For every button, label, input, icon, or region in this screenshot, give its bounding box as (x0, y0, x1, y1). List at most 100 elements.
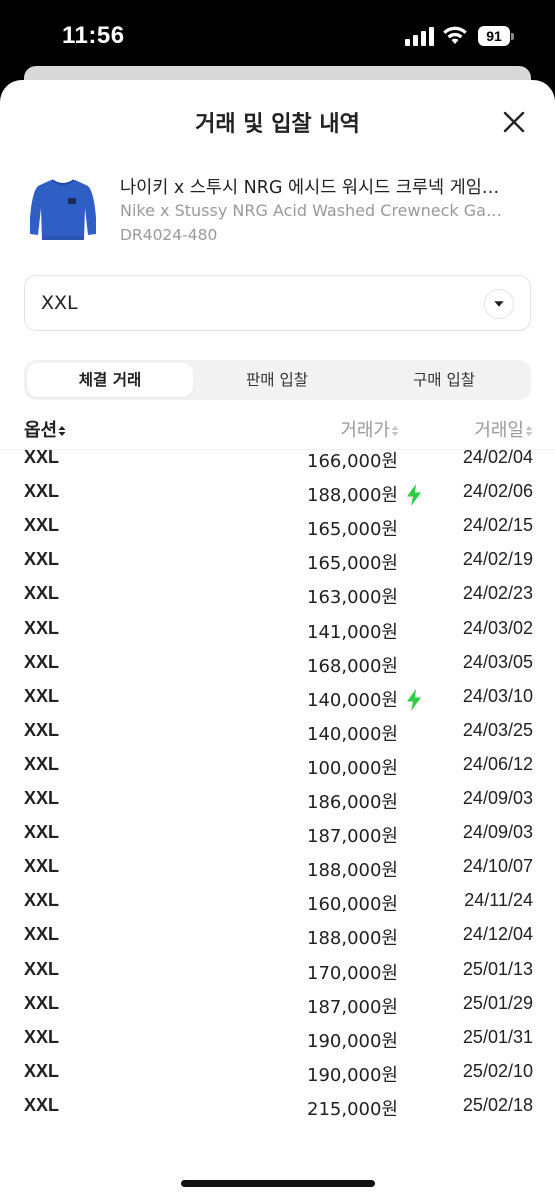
trade-date: 24/02/06 (462, 481, 533, 502)
tab-buy-bids[interactable]: 구매 입찰 (361, 363, 527, 397)
trade-price: 187,000원 (307, 996, 398, 1018)
trade-price: 168,000원 (307, 655, 398, 677)
trade-price: 190,000원 (307, 1064, 398, 1086)
trade-date: 24/06/12 (462, 753, 533, 774)
battery-icon: 91 (478, 26, 514, 46)
close-icon[interactable] (500, 108, 528, 136)
status-time: 11:56 (62, 22, 125, 49)
trade-option: XXL (24, 1060, 60, 1081)
home-indicator (181, 1180, 375, 1187)
tab-completed-trades[interactable]: 체결 거래 (27, 363, 193, 397)
trade-price: 166,000원 (307, 451, 398, 472)
trade-date: 24/12/04 (462, 924, 533, 945)
table-row: XXL 165,000원 24/02/15 (0, 511, 555, 545)
trade-date: 25/01/31 (462, 1026, 533, 1047)
table-row: XXL 170,000원 25/01/13 (0, 955, 555, 989)
table-row: XXL 188,000원 24/02/06 (0, 477, 555, 511)
trade-date: 24/02/23 (462, 583, 533, 604)
sort-icon (58, 426, 66, 436)
trade-price: 141,000원 (307, 621, 398, 643)
product-image (24, 168, 102, 246)
lightning-icon (407, 688, 421, 711)
trade-price: 170,000원 (307, 962, 398, 984)
trade-option: XXL (24, 651, 60, 672)
trade-option: XXL (24, 515, 60, 536)
size-select[interactable]: XXL (24, 275, 531, 331)
trade-date: 24/09/03 (462, 822, 533, 843)
trade-option: XXL (24, 958, 60, 979)
trade-option: XXL (24, 1094, 60, 1115)
trade-price: 165,000원 (307, 553, 398, 575)
column-header-date-label: 거래일 (474, 420, 524, 441)
trade-price: 140,000원 (307, 689, 398, 711)
trade-date: 24/11/24 (464, 890, 533, 911)
trade-option: XXL (24, 617, 60, 638)
trade-price: 160,000원 (307, 894, 398, 916)
battery-level: 91 (478, 26, 510, 46)
table-row: XXL 141,000원 24/03/02 (0, 614, 555, 648)
column-header-option-label: 옵션 (24, 420, 58, 441)
table-row: XXL 215,000원 25/02/18 (0, 1091, 555, 1119)
trade-option: XXL (24, 481, 60, 502)
table-row: XXL 190,000원 25/02/10 (0, 1057, 555, 1091)
product-name-korean: 나이키 x 스투시 NRG 에시드 워시드 크루넥 게임… (120, 178, 500, 198)
table-row: XXL 187,000원 24/09/03 (0, 818, 555, 852)
cellular-signal-icon (405, 27, 435, 46)
trade-option: XXL (24, 719, 60, 740)
trade-option: XXL (24, 890, 60, 911)
product-name-english: Nike x Stussy NRG Acid Washed Crewneck G… (120, 201, 502, 220)
trade-price: 188,000원 (307, 860, 398, 882)
trade-date: 24/03/10 (462, 685, 533, 706)
trade-price: 190,000원 (307, 1030, 398, 1052)
table-row: XXL 163,000원 24/02/23 (0, 579, 555, 613)
table-row: XXL 187,000원 25/01/29 (0, 989, 555, 1023)
trade-date: 24/03/25 (462, 719, 533, 740)
wifi-icon (443, 26, 467, 44)
trade-option: XXL (24, 447, 60, 467)
sort-icon (525, 426, 533, 436)
tab-bar: 체결 거래 판매 입찰 구매 입찰 (24, 360, 531, 400)
table-row: XXL 165,000원 24/02/19 (0, 545, 555, 579)
sort-icon (391, 426, 399, 436)
trade-option: XXL (24, 583, 60, 604)
product-code: DR4024-480 (120, 226, 218, 244)
table-row: XXL 168,000원 24/03/05 (0, 648, 555, 682)
table-row: XXL 186,000원 24/09/03 (0, 784, 555, 818)
trade-date: 24/10/07 (462, 856, 533, 877)
trade-date: 24/02/15 (462, 515, 533, 536)
trade-price: 140,000원 (307, 723, 398, 745)
trade-option: XXL (24, 822, 60, 843)
trade-price: 100,000원 (307, 757, 398, 779)
trade-date: 24/09/03 (462, 788, 533, 808)
column-header-price[interactable]: 거래가 (340, 416, 399, 442)
table-row: XXL 140,000원 24/03/25 (0, 716, 555, 750)
trade-list: XXL 166,000원 24/02/04 XXL 188,000원 24/02/06 XX… (0, 443, 555, 1119)
trade-option: XXL (24, 924, 60, 945)
trade-price: 163,000원 (307, 587, 398, 609)
table-row: XXL 166,000원 24/02/04 (0, 443, 555, 477)
tab-sell-bids[interactable]: 판매 입찰 (194, 363, 360, 397)
column-header-price-label: 거래가 (340, 420, 390, 441)
trade-date: 25/02/10 (462, 1060, 533, 1081)
trade-option: XXL (24, 856, 60, 877)
lightning-icon (407, 484, 421, 507)
trade-date: 24/02/19 (462, 549, 533, 570)
trade-option: XXL (24, 1026, 60, 1047)
trade-option: XXL (24, 685, 60, 706)
trade-price: 188,000원 (307, 485, 398, 507)
trade-date: 25/01/29 (462, 992, 533, 1013)
table-row: XXL 100,000원 24/06/12 (0, 750, 555, 784)
trade-date: 24/02/04 (462, 447, 533, 467)
trade-price: 186,000원 (307, 792, 398, 813)
trade-date: 24/03/05 (462, 651, 533, 672)
trade-date: 25/01/13 (462, 958, 533, 979)
trade-price: 165,000원 (307, 519, 398, 541)
trade-date: 25/02/18 (462, 1094, 533, 1115)
column-header-date[interactable]: 거래일 (474, 416, 533, 442)
table-row: XXL 188,000원 24/10/07 (0, 852, 555, 886)
trade-history-sheet: 거래 및 입찰 내역 나이키 x 스투시 NRG 에시드 워시드 크루넥 게임…… (0, 80, 555, 1200)
trade-option: XXL (24, 753, 60, 774)
table-row: XXL 190,000원 25/01/31 (0, 1023, 555, 1057)
table-row: XXL 188,000원 24/12/04 (0, 920, 555, 954)
column-header-option[interactable]: 옵션 (24, 416, 66, 442)
